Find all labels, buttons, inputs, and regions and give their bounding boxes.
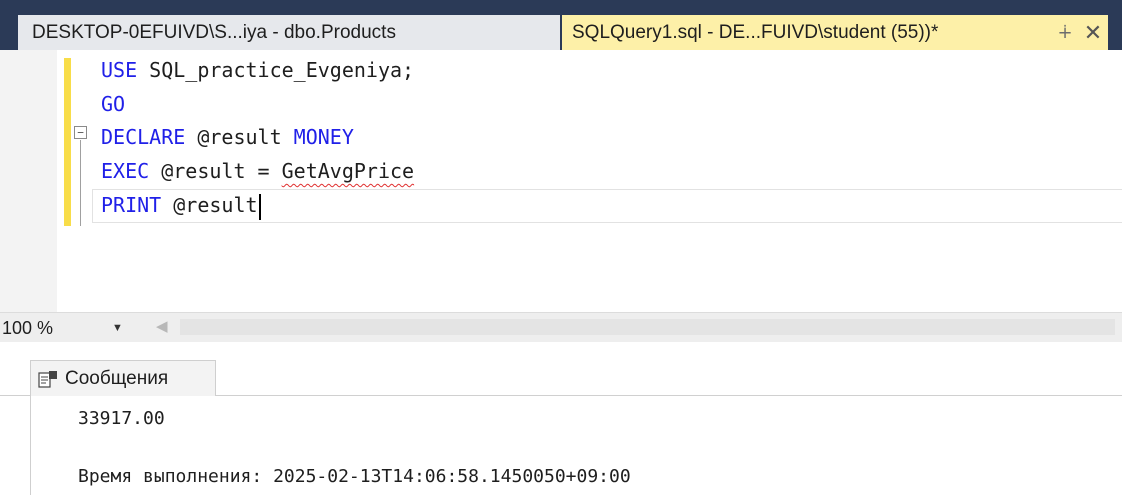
results-tab-strip: Сообщения (0, 342, 1122, 396)
close-icon[interactable]: ✕ (1078, 20, 1108, 46)
tab-label: SQLQuery1.sql - DE...FUIVD\student (55))… (572, 21, 939, 43)
document-tab-strip: DESKTOP-0EFUIVD\S...iya - dbo.Products S… (0, 0, 1122, 50)
keyword: DECLARE (101, 125, 186, 149)
change-tracking-bar (64, 58, 71, 226)
keyword: EXEC (101, 159, 150, 183)
tab-label: Сообщения (65, 367, 169, 389)
code-line-3[interactable]: DECLARE @result MONEY (101, 123, 354, 151)
text-caret (258, 193, 261, 220)
messages-icon (31, 370, 65, 388)
tab-products-table[interactable]: DESKTOP-0EFUIVD\S...iya - dbo.Products (18, 15, 560, 50)
query-editor[interactable]: − USE SQL_practice_Evgeniya; GO DECLARE … (0, 50, 1122, 312)
error-squiggle-identifier[interactable]: GetAvgPrice (282, 159, 414, 183)
outline-guide (80, 140, 81, 226)
message-line: Время выполнения: 2025-02-13T14:06:58.14… (78, 466, 631, 487)
keyword: MONEY (293, 125, 354, 149)
code-line-4[interactable]: EXEC @result = GetAvgPrice (101, 157, 414, 185)
tab-sqlquery1[interactable]: SQLQuery1.sql - DE...FUIVD\student (55))… (562, 15, 1108, 50)
code-line-5[interactable]: PRINT @result (101, 191, 261, 220)
pin-icon[interactable]: ∔ (1052, 22, 1078, 43)
tab-label: DESKTOP-0EFUIVD\S...iya - dbo.Products (32, 21, 396, 43)
code-text: @result (161, 193, 258, 217)
keyword: PRINT (101, 193, 162, 217)
code-text: @result = (149, 159, 282, 183)
scroll-left-icon[interactable]: ◀ (156, 317, 168, 335)
keyword: GO (101, 92, 126, 116)
zoom-dropdown[interactable]: 100 % ▼ (0, 315, 150, 341)
horizontal-scrollbar[interactable] (180, 319, 1115, 335)
code-line-2[interactable]: GO (101, 90, 125, 118)
collapse-icon[interactable]: − (74, 126, 87, 139)
code-text: SQL_practice_Evgeniya; (137, 58, 415, 82)
zoom-bar: 100 % ▼ ◀ (0, 312, 1122, 342)
tab-messages[interactable]: Сообщения (30, 360, 216, 396)
keyword: USE (101, 58, 138, 82)
editor-margin (0, 50, 57, 312)
zoom-value: 100 % (2, 317, 54, 338)
code-line-1[interactable]: USE SQL_practice_Evgeniya; (101, 56, 414, 84)
message-line: 33917.00 (78, 408, 165, 429)
messages-output[interactable]: 33917.00 Время выполнения: 2025-02-13T14… (0, 396, 1122, 495)
results-pane: Сообщения 33917.00 Время выполнения: 202… (0, 342, 1122, 495)
code-text: @result (185, 125, 294, 149)
chevron-down-icon[interactable]: ▼ (112, 322, 123, 334)
